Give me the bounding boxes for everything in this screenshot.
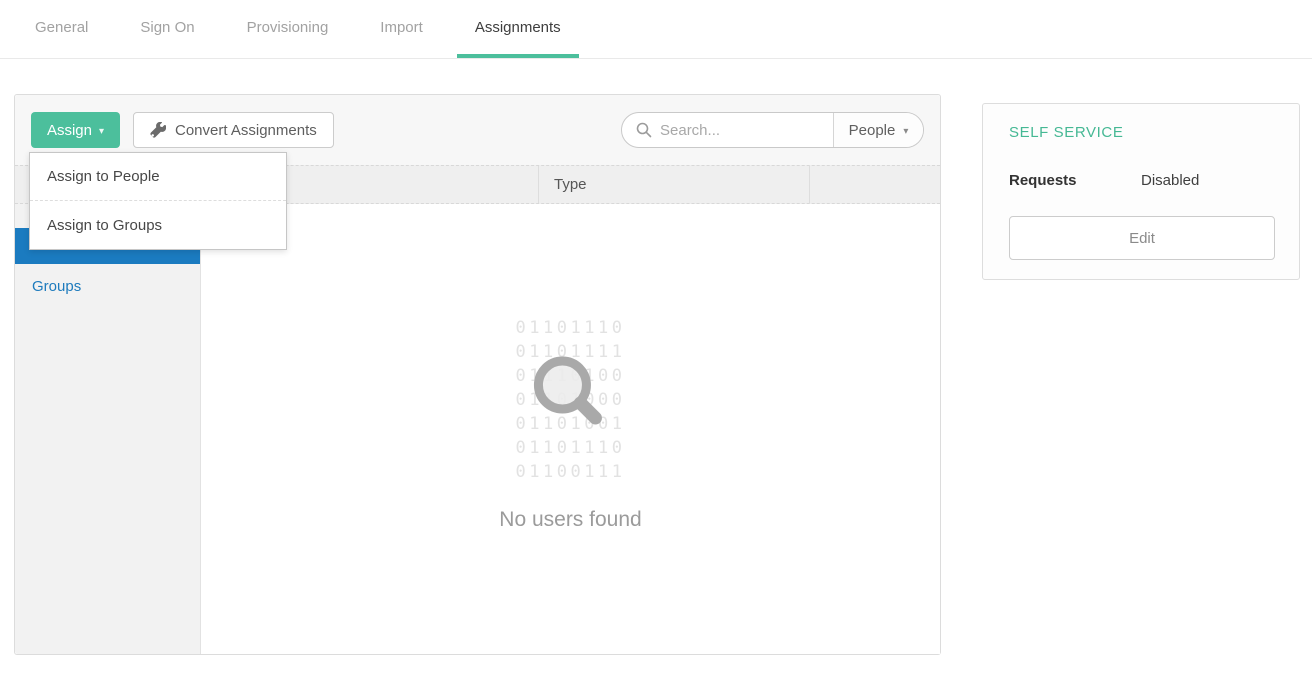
chevron-down-icon: ▾: [99, 124, 104, 137]
search-scope-value: People: [849, 122, 896, 139]
self-service-panel: SELF SERVICE Requests Disabled Edit: [982, 103, 1300, 280]
self-service-title: SELF SERVICE: [1009, 124, 1123, 141]
convert-assignments-button[interactable]: Convert Assignments: [133, 112, 334, 148]
menu-item-assign-to-groups[interactable]: Assign to Groups: [30, 201, 286, 249]
edit-button[interactable]: Edit: [1009, 216, 1275, 260]
magnifier-icon: [530, 352, 608, 430]
tab-sign-on[interactable]: Sign On: [122, 0, 212, 58]
requests-label: Requests: [1009, 172, 1141, 189]
assignments-content: 01101110 01101111 01110100 01101000 0110…: [201, 204, 940, 654]
search-box: [622, 113, 833, 147]
binary-row: 01100111: [516, 460, 626, 484]
assign-button[interactable]: Assign ▾: [31, 112, 120, 148]
assignments-sidebar: Groups: [15, 204, 201, 654]
binary-row: 01101110: [516, 436, 626, 460]
tab-import[interactable]: Import: [362, 0, 441, 58]
wrench-icon: [150, 122, 166, 138]
assign-dropdown-menu: Assign to People Assign to Groups: [29, 152, 287, 250]
search-icon: [636, 122, 652, 138]
binary-row: 01101110: [516, 316, 626, 340]
assignments-body: Groups 01101110 01101111 01110100 011010…: [15, 204, 940, 654]
requests-status: Disabled: [1141, 172, 1199, 189]
search-input[interactable]: [660, 122, 833, 139]
column-header-actions: [809, 166, 940, 203]
binary-art: 01101110 01101111 01110100 01101000 0110…: [516, 316, 626, 484]
sidebar-item-groups[interactable]: Groups: [15, 264, 200, 295]
tab-general[interactable]: General: [17, 0, 106, 58]
empty-state-message: No users found: [499, 508, 641, 532]
app-tab-bar: General Sign On Provisioning Import Assi…: [0, 0, 1312, 59]
convert-assignments-label: Convert Assignments: [175, 122, 317, 139]
search-filter-group: People ▾: [621, 112, 924, 148]
column-header-type: Type: [538, 166, 809, 203]
requests-row: Requests Disabled: [1009, 172, 1273, 189]
tab-assignments[interactable]: Assignments: [457, 0, 579, 58]
search-scope-dropdown[interactable]: People ▾: [833, 113, 923, 147]
chevron-down-icon: ▾: [903, 124, 908, 137]
tab-provisioning[interactable]: Provisioning: [229, 0, 347, 58]
empty-state: 01101110 01101111 01110100 01101000 0110…: [499, 316, 641, 532]
assign-button-label: Assign: [47, 122, 92, 139]
menu-item-assign-to-people[interactable]: Assign to People: [30, 153, 286, 201]
